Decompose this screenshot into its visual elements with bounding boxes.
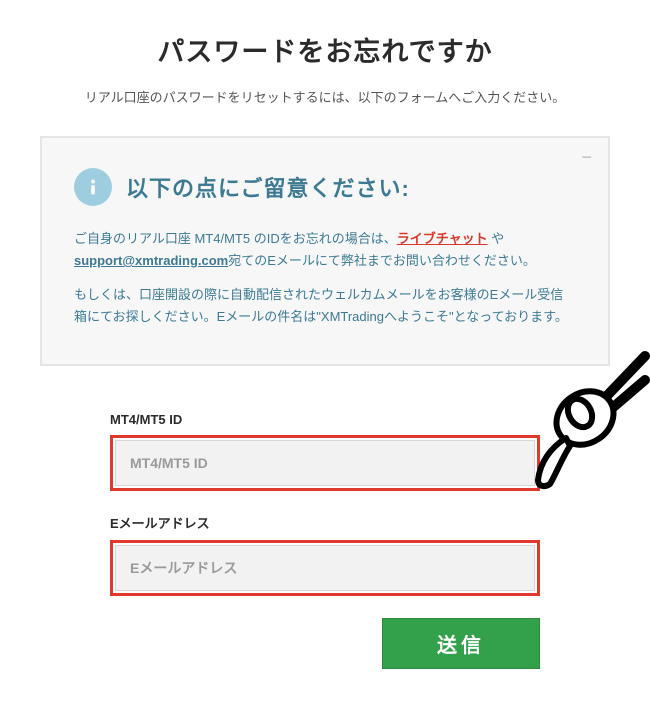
notice-body: ご自身のリアル口座 MT4/MT5 のIDをお忘れの場合は、ライブチャット や …: [74, 228, 576, 328]
form-area: MT4/MT5 ID Eメールアドレス 送信: [40, 412, 610, 669]
email-field-highlight: [110, 540, 540, 596]
submit-row: 送信: [110, 618, 540, 669]
support-email-link[interactable]: support@xmtrading.com: [74, 253, 228, 268]
page-title: パスワードをお忘れですか: [40, 30, 610, 69]
collapse-button[interactable]: −: [581, 148, 592, 166]
page-subtitle: リアル口座のパスワードをリセットするには、以下のフォームへご入力ください。: [40, 87, 610, 106]
email-field-label: Eメールアドレス: [110, 513, 540, 532]
submit-button[interactable]: 送信: [382, 618, 540, 669]
notice-header: 以下の点にご留意ください:: [74, 168, 576, 206]
mt4-mt5-id-input[interactable]: [115, 440, 535, 486]
live-chat-link[interactable]: ライブチャット: [397, 231, 488, 246]
notice-title: 以下の点にご留意ください:: [126, 171, 410, 203]
notice-box: − 以下の点にご留意ください: ご自身のリアル口座 MT4/MT5 のIDをお忘…: [40, 136, 610, 366]
email-input[interactable]: [115, 545, 535, 591]
info-icon: [74, 168, 112, 206]
id-field-label: MT4/MT5 ID: [110, 412, 540, 427]
id-field-highlight: [110, 435, 540, 491]
notice-paragraph-1: ご自身のリアル口座 MT4/MT5 のIDをお忘れの場合は、ライブチャット や …: [74, 228, 576, 272]
notice-paragraph-2: もしくは、口座開設の際に自動配信されたウェルカムメールをお客様のEメール受信箱に…: [74, 284, 576, 328]
